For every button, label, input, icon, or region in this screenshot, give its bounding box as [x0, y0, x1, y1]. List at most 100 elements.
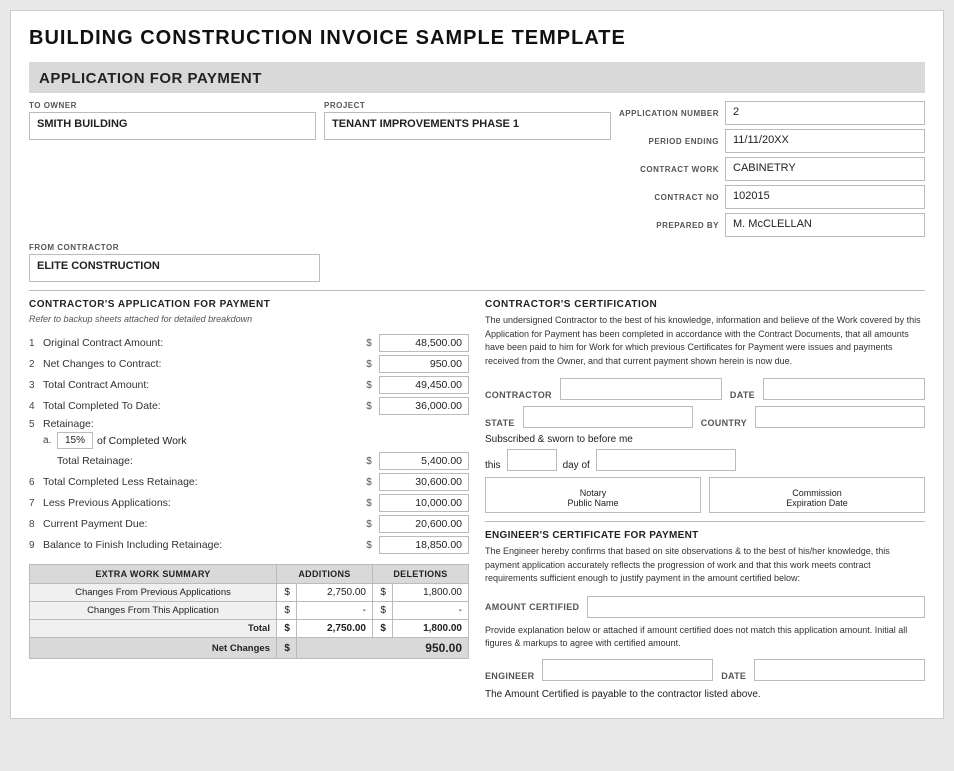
- retainage-pct-row: a. 15% of Completed Work: [29, 432, 469, 449]
- contractor-field-label: CONTRACTOR: [485, 390, 552, 400]
- contract-no-row: CONTRACT NO 102015: [619, 185, 925, 209]
- extra-work-row1-label: Changes From Previous Applications: [30, 584, 277, 602]
- extra-work-row2-add-dollar: $: [276, 602, 296, 620]
- line-num-7: 7: [29, 498, 43, 509]
- cert-date-label: DATE: [730, 390, 755, 400]
- retainage-sublabel: of Completed Work: [97, 435, 187, 447]
- from-contractor-label: FROM CONTRACTOR: [29, 243, 320, 252]
- line-amount-9: 18,850.00: [379, 536, 469, 554]
- line-num-6: 6: [29, 477, 43, 488]
- line-desc-5: Retainage:: [43, 418, 469, 430]
- extra-work-total-row: Total $ 2,750.00 $ 1,800.00: [30, 620, 469, 638]
- app-header: APPLICATION FOR PAYMENT: [29, 62, 925, 93]
- extra-work-row1-del-amount: 1,800.00: [392, 584, 468, 602]
- line-num-5: 5: [29, 419, 43, 430]
- engineer-field-box[interactable]: [542, 659, 713, 681]
- extra-work-table: EXTRA WORK SUMMARY ADDITIONS DELETIONS C…: [29, 564, 469, 659]
- line-desc-9: Balance to Finish Including Retainage:: [43, 539, 359, 551]
- to-owner-section: TO OWNER SMITH BUILDING: [29, 101, 324, 237]
- line-item-1: 1 Original Contract Amount: $ 48,500.00: [29, 334, 469, 352]
- app-number-row: APPLICATION NUMBER 2: [619, 101, 925, 125]
- engineer-cert-text: The Engineer hereby confirms that based …: [485, 545, 925, 586]
- commission-label[interactable]: CommissionExpiration Date: [709, 477, 925, 513]
- notary-label[interactable]: NotaryPublic Name: [485, 477, 701, 513]
- project-value: TENANT IMPROVEMENTS PHASE 1: [324, 112, 611, 140]
- line-items-6-9: 6 Total Completed Less Retainage: $ 30,6…: [29, 473, 469, 554]
- line-item-5-header: 5 Retainage:: [29, 418, 469, 430]
- contractor-app-title: CONTRACTOR'S APPLICATION FOR PAYMENT: [29, 299, 469, 310]
- retainage-pct-value: 15%: [57, 432, 93, 449]
- contract-work-value: CABINETRY: [725, 157, 925, 181]
- extra-work-row1-del-dollar: $: [372, 584, 392, 602]
- extra-work-deletions-header: DELETIONS: [372, 565, 468, 584]
- extra-work-row2-add-amount: -: [296, 602, 372, 620]
- extra-work-net-row: Net Changes $ 950.00: [30, 638, 469, 659]
- period-ending-label: PERIOD ENDING: [648, 137, 719, 146]
- main-content: CONTRACTOR'S APPLICATION FOR PAYMENT Ref…: [29, 299, 925, 700]
- extra-work-title: EXTRA WORK SUMMARY: [30, 565, 277, 584]
- from-contractor-value: ELITE CONSTRUCTION: [29, 254, 320, 282]
- line-amount-2: 950.00: [379, 355, 469, 373]
- contractor-cert-title: CONTRACTOR'S CERTIFICATION: [485, 299, 925, 310]
- right-column: CONTRACTOR'S CERTIFICATION The undersign…: [485, 299, 925, 700]
- app-number-value: 2: [725, 101, 925, 125]
- country-box[interactable]: [755, 406, 925, 428]
- notary-row: NotaryPublic Name CommissionExpiration D…: [485, 477, 925, 513]
- extra-work-row2-label: Changes From This Application: [30, 602, 277, 620]
- state-box[interactable]: [523, 406, 693, 428]
- prepared-by-value: M. McCLELLAN: [725, 213, 925, 237]
- to-owner-label: TO OWNER: [29, 101, 316, 110]
- line-items-1-4: 1 Original Contract Amount: $ 48,500.00 …: [29, 334, 469, 415]
- commission-box: CommissionExpiration Date: [709, 477, 925, 513]
- line-amount-8: 20,600.00: [379, 515, 469, 533]
- subscribed-text: Subscribed & sworn to before me: [485, 434, 925, 445]
- retainage-total-dollar: $: [359, 456, 379, 467]
- notary-public-box: NotaryPublic Name: [485, 477, 701, 513]
- retainage-total-amount: 5,400.00: [379, 452, 469, 470]
- sworn-row: this day of: [485, 449, 925, 471]
- extra-work-row1-add-amount: 2,750.00: [296, 584, 372, 602]
- retainage-total-label: Total Retainage:: [43, 455, 359, 467]
- from-contractor-section: FROM CONTRACTOR ELITE CONSTRUCTION: [29, 243, 328, 282]
- engineer-date-label: DATE: [721, 671, 746, 681]
- line-dollar-3: $: [359, 380, 379, 391]
- country-label: Country: [701, 418, 747, 428]
- payable-text: The Amount Certified is payable to the c…: [485, 689, 925, 700]
- state-country-row: State Country: [485, 406, 925, 428]
- cert-divider: [485, 521, 925, 522]
- line-dollar-7: $: [359, 498, 379, 509]
- line-item-6: 6 Total Completed Less Retainage: $ 30,6…: [29, 473, 469, 491]
- line-amount-4: 36,000.00: [379, 397, 469, 415]
- main-divider: [29, 290, 925, 291]
- page-title: BUILDING CONSTRUCTION INVOICE SAMPLE TEM…: [29, 27, 925, 50]
- retainage-total-row: Total Retainage: $ 5,400.00: [29, 452, 469, 470]
- line-num-1: 1: [29, 338, 43, 349]
- extra-work-additions-header: ADDITIONS: [276, 565, 372, 584]
- prepared-by-row: PREPARED BY M. McCLELLAN: [619, 213, 925, 237]
- line-num-4: 4: [29, 401, 43, 412]
- extra-work-total-del-amount: 1,800.00: [392, 620, 468, 638]
- line-num-9: 9: [29, 540, 43, 551]
- engineer-date-box[interactable]: [754, 659, 925, 681]
- line-item-4: 4 Total Completed To Date: $ 36,000.00: [29, 397, 469, 415]
- cert-date-box[interactable]: [763, 378, 925, 400]
- line-dollar-1: $: [359, 338, 379, 349]
- engineer-explain-text: Provide explanation below or attached if…: [485, 624, 925, 651]
- extra-work-row2-del-amount: -: [392, 602, 468, 620]
- line-dollar-2: $: [359, 359, 379, 370]
- sworn-day-box[interactable]: [507, 449, 557, 471]
- contractor-cert-text: The undersigned Contractor to the best o…: [485, 314, 925, 368]
- line-desc-6: Total Completed Less Retainage:: [43, 476, 359, 488]
- extra-work-total-label: Total: [30, 620, 277, 638]
- sworn-month-box[interactable]: [596, 449, 736, 471]
- amount-certified-box[interactable]: [587, 596, 925, 618]
- extra-work-row1-add-dollar: $: [276, 584, 296, 602]
- retainage-sub-a: a.: [43, 435, 57, 446]
- extra-work-total-add-dollar: $: [276, 620, 296, 638]
- contractor-field-box[interactable]: [560, 378, 722, 400]
- line-desc-8: Current Payment Due:: [43, 518, 359, 530]
- line-num-2: 2: [29, 359, 43, 370]
- line-dollar-6: $: [359, 477, 379, 488]
- project-section: PROJECT TENANT IMPROVEMENTS PHASE 1: [324, 101, 619, 237]
- line-num-8: 8: [29, 519, 43, 530]
